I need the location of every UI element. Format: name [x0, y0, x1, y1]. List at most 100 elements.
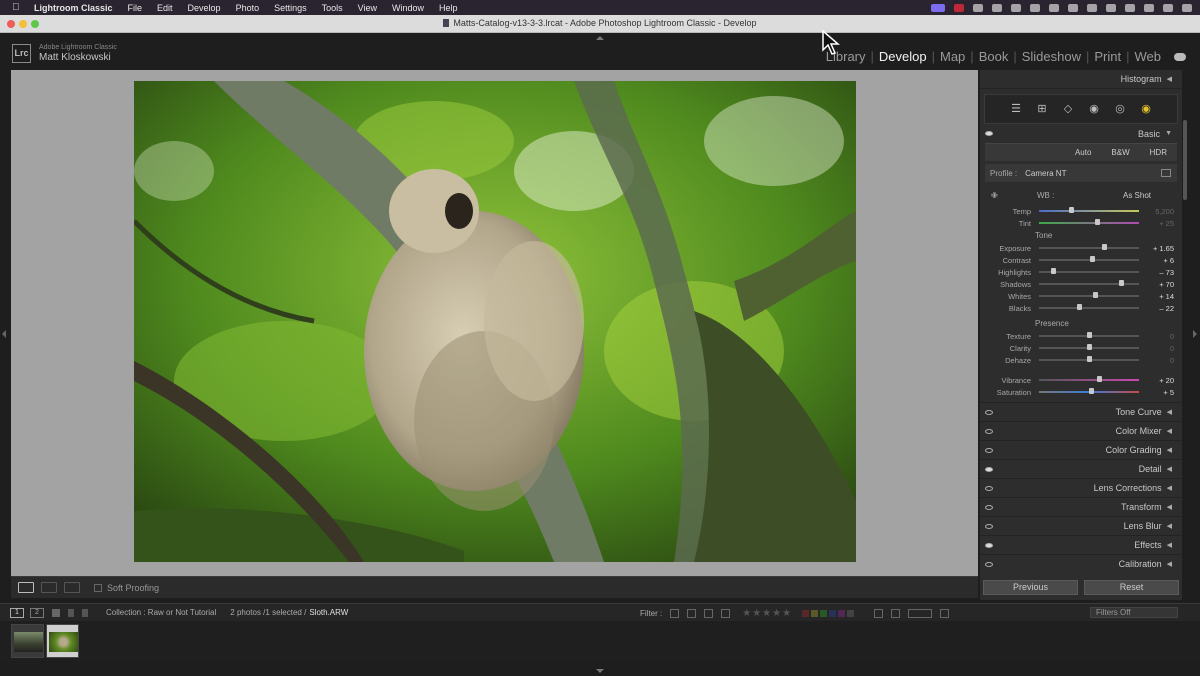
previous-button[interactable]: Previous: [983, 579, 1078, 595]
eye-icon[interactable]: [985, 562, 993, 567]
module-slideshow[interactable]: Slideshow: [1017, 49, 1086, 64]
slider-blacks[interactable]: Blacks – 22: [985, 302, 1177, 314]
back-arrow-icon[interactable]: [68, 608, 74, 617]
rating-filter-stars[interactable]: ★★★★★: [742, 608, 792, 619]
wb-select[interactable]: As Shot: [1123, 191, 1151, 200]
filmstrip-thumbnail-selected[interactable]: [46, 624, 79, 658]
edit-sliders-icon[interactable]: ☰: [1010, 103, 1022, 115]
slider-shadows[interactable]: Shadows + 70: [985, 278, 1177, 290]
app-status-icon[interactable]: [954, 3, 964, 12]
menu-photo[interactable]: Photo: [236, 3, 260, 13]
crop-icon[interactable]: ⊞: [1036, 103, 1048, 115]
eyedropper-icon[interactable]: ✙: [991, 191, 1007, 200]
before-after-swap-button[interactable]: [64, 582, 80, 593]
virtual-copy-icon[interactable]: [908, 609, 933, 618]
masking-icon[interactable]: ◉: [1140, 103, 1152, 115]
collection-source[interactable]: Collection : Raw or Not Tutorial: [106, 608, 216, 617]
profile-select[interactable]: Camera NT: [1025, 169, 1066, 178]
top-panel-toggle-icon[interactable]: [596, 36, 604, 40]
bw-button[interactable]: B&W: [1101, 148, 1139, 157]
module-book[interactable]: Book: [974, 49, 1014, 64]
presets-icon[interactable]: ◎: [1114, 103, 1126, 115]
histogram-panel-header[interactable]: Histogram ◀: [980, 70, 1182, 89]
menu-file[interactable]: File: [128, 3, 143, 13]
slider-vibrance[interactable]: Vibrance + 20: [985, 374, 1177, 386]
eye-icon[interactable]: [985, 131, 993, 136]
soft-proofing-checkbox[interactable]: [94, 583, 102, 592]
menu-window[interactable]: Window: [392, 3, 424, 13]
cloud-sync-icon[interactable]: [1174, 52, 1186, 61]
menu-view[interactable]: View: [358, 3, 377, 13]
panel-header-detail[interactable]: Detail ◀: [980, 459, 1182, 478]
module-map[interactable]: Map: [935, 49, 970, 64]
module-print[interactable]: Print: [1089, 49, 1126, 64]
slider-shadows-thumb[interactable]: [1119, 280, 1124, 286]
brightness-icon[interactable]: [973, 3, 983, 12]
slider-blacks-thumb[interactable]: [1077, 304, 1082, 310]
main-screen-button[interactable]: 1: [10, 607, 24, 618]
second-screen-button[interactable]: 2: [30, 607, 44, 618]
reject-filter-icon[interactable]: [704, 609, 714, 618]
filmstrip-thumbnail[interactable]: [11, 624, 44, 658]
tint-thumb[interactable]: [1095, 219, 1100, 225]
menu-app-name[interactable]: Lightroom Classic: [34, 3, 113, 13]
eye-icon[interactable]: [985, 467, 993, 472]
eye-icon[interactable]: [985, 486, 993, 491]
eye-icon[interactable]: [985, 505, 993, 510]
panel-header-transform[interactable]: Transform ◀: [980, 497, 1182, 516]
apple-icon[interactable]: : [12, 2, 24, 13]
menu-tools[interactable]: Tools: [322, 3, 343, 13]
slider-whites-thumb[interactable]: [1093, 292, 1098, 298]
left-panel-toggle-icon[interactable]: [2, 330, 6, 338]
eye-icon[interactable]: [985, 524, 993, 529]
battery-icon[interactable]: [1087, 3, 1097, 12]
slider-clarity[interactable]: Clarity 0: [985, 342, 1177, 354]
search-icon[interactable]: [1125, 3, 1135, 12]
grid-icon[interactable]: [52, 608, 60, 617]
bottom-panel-toggle-icon[interactable]: [596, 669, 604, 673]
slider-dehaze-thumb[interactable]: [1087, 356, 1092, 362]
edit-filter-icon[interactable]: [721, 609, 731, 618]
menu-settings[interactable]: Settings: [274, 3, 307, 13]
clock-icon[interactable]: [1182, 3, 1192, 12]
forward-arrow-icon[interactable]: [82, 608, 88, 617]
panel-header-lens-corrections[interactable]: Lens Corrections ◀: [980, 478, 1182, 497]
bluetooth-icon[interactable]: [1068, 3, 1078, 12]
panel-header-lens-blur[interactable]: Lens Blur ◀: [980, 516, 1182, 535]
auto-button[interactable]: Auto: [1065, 148, 1101, 157]
status-icon[interactable]: [1030, 3, 1040, 12]
reset-button[interactable]: Reset: [1084, 579, 1179, 595]
module-develop[interactable]: Develop: [874, 49, 932, 64]
panel-header-color-grading[interactable]: Color Grading ◀: [980, 440, 1182, 459]
basic-panel-header[interactable]: Basic ▼: [980, 124, 1182, 143]
color-label-filter[interactable]: [802, 610, 856, 617]
status-icon[interactable]: [992, 3, 1002, 12]
slider-dehaze[interactable]: Dehaze 0: [985, 354, 1177, 366]
selected-filename[interactable]: Sloth.ARW: [309, 608, 348, 617]
sloth-photo[interactable]: [134, 81, 856, 562]
slider-tint[interactable]: Tint + 25: [985, 217, 1177, 229]
wifi-icon[interactable]: [1106, 3, 1116, 12]
control-center-icon[interactable]: [1144, 3, 1154, 12]
menu-help[interactable]: Help: [439, 3, 458, 13]
slider-highlights[interactable]: Highlights – 73: [985, 266, 1177, 278]
eye-icon[interactable]: [985, 410, 993, 415]
menu-develop[interactable]: Develop: [188, 3, 221, 13]
slider-exposure[interactable]: Exposure + 1.65: [985, 242, 1177, 254]
hdr-button[interactable]: HDR: [1140, 148, 1177, 157]
slider-temp[interactable]: Temp 5,200: [985, 205, 1177, 217]
eye-icon[interactable]: [985, 543, 993, 548]
module-web[interactable]: Web: [1130, 49, 1167, 64]
comment-icon[interactable]: [891, 609, 901, 618]
slider-highlights-thumb[interactable]: [1051, 268, 1056, 274]
slider-exposure-thumb[interactable]: [1102, 244, 1107, 250]
slider-texture-thumb[interactable]: [1087, 332, 1092, 338]
status-icon[interactable]: [1011, 3, 1021, 12]
menu-edit[interactable]: Edit: [157, 3, 173, 13]
siri-icon[interactable]: [1163, 3, 1173, 12]
panel-header-tone-curve[interactable]: Tone Curve ◀: [980, 402, 1182, 421]
profile-browser-icon[interactable]: [1161, 169, 1171, 177]
slider-contrast-thumb[interactable]: [1090, 256, 1095, 262]
loupe-view-button[interactable]: [18, 582, 34, 593]
slider-clarity-thumb[interactable]: [1087, 344, 1092, 350]
